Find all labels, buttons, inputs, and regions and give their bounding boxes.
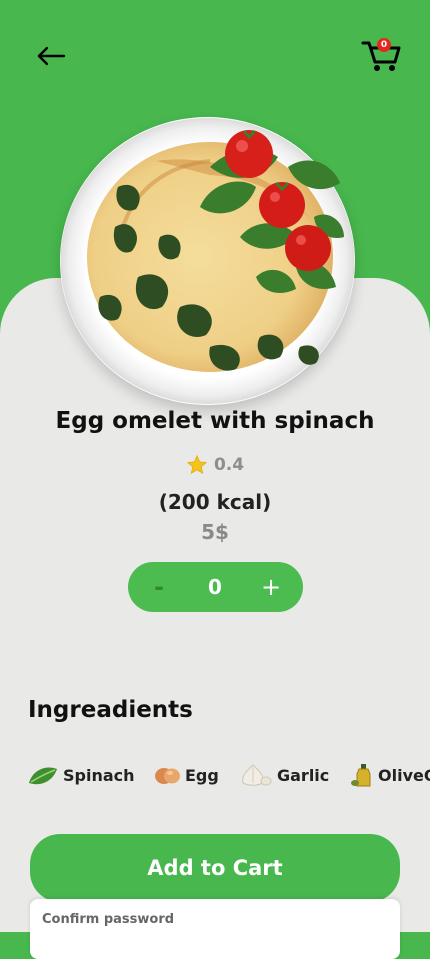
ingredients-list[interactable]: Spinach Egg Garlic OliveOil bbox=[27, 758, 430, 792]
product-image bbox=[60, 117, 355, 405]
ingredient-label: Egg bbox=[185, 765, 219, 785]
ingredient-garlic[interactable]: Garlic bbox=[239, 758, 329, 792]
back-button[interactable] bbox=[30, 38, 74, 74]
olive-oil-icon bbox=[351, 764, 371, 787]
ingredients-title: Ingreadients bbox=[28, 697, 193, 723]
product-rating: 0.4 bbox=[0, 454, 430, 476]
cart-count-badge: 0 bbox=[377, 38, 391, 52]
top-bar: 0 bbox=[0, 0, 430, 120]
egg-icon bbox=[155, 768, 180, 784]
decrease-quantity-button[interactable]: - bbox=[128, 573, 190, 601]
ingredient-egg[interactable]: Egg bbox=[153, 758, 219, 792]
product-calories: (200 kcal) bbox=[158, 490, 272, 514]
quantity-stepper: - 0 + bbox=[128, 562, 303, 612]
quantity-value: 0 bbox=[208, 575, 222, 599]
star-icon bbox=[186, 454, 207, 475]
ingredient-label: Spinach bbox=[63, 765, 135, 785]
product-price: 5$ bbox=[201, 520, 229, 544]
garlic-icon bbox=[242, 764, 272, 786]
product-name: Egg omelet with spinach bbox=[55, 408, 375, 434]
cart-button[interactable]: 0 bbox=[358, 34, 404, 76]
add-to-cart-button[interactable]: Add to Cart bbox=[30, 834, 400, 902]
omelet-plate-image bbox=[60, 118, 355, 404]
rating-value: 0.4 bbox=[213, 455, 245, 475]
ingredient-olive-oil[interactable]: OliveOil bbox=[350, 758, 430, 792]
ingredient-spinach[interactable]: Spinach bbox=[27, 758, 135, 792]
increase-quantity-button[interactable]: + bbox=[240, 573, 302, 601]
confirm-password-label: Confirm password bbox=[42, 912, 175, 927]
spinach-icon bbox=[29, 767, 57, 785]
ingredient-label: Garlic bbox=[277, 765, 330, 785]
arrow-left-icon bbox=[37, 46, 66, 66]
confirm-password-sheet[interactable]: Confirm password bbox=[30, 899, 400, 959]
ingredient-label: OliveOil bbox=[378, 765, 430, 785]
